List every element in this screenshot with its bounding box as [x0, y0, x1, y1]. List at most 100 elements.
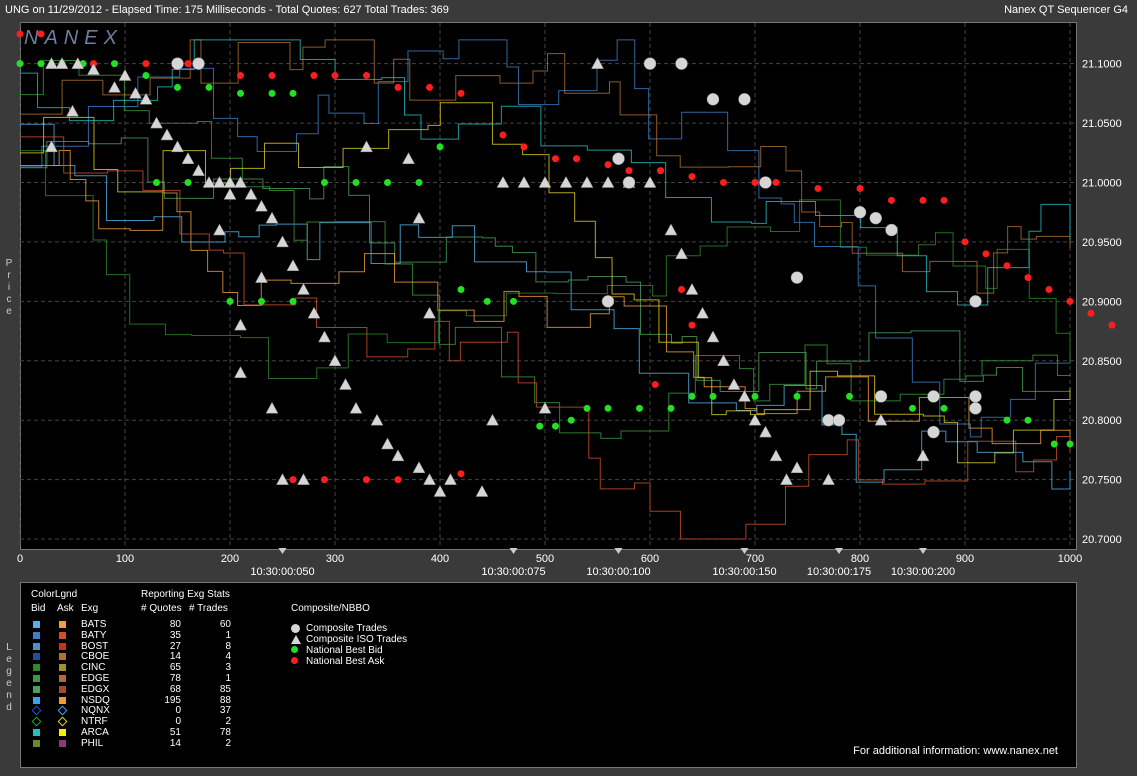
price-axis-label: Price [4, 258, 14, 318]
legend-ask-swatch [59, 685, 66, 693]
legend-bid-swatch [33, 664, 40, 672]
best-bid-point [604, 404, 612, 412]
legend-quote-count: 14 [169, 651, 181, 663]
best-bid-point [457, 285, 465, 293]
iso-trade-point [696, 306, 709, 319]
best-bid-point [205, 83, 213, 91]
legend-quote-count: 0 [175, 716, 181, 728]
nanex-watermark: NANEX [24, 27, 123, 49]
time-marker-label: 10:30:00:050 [250, 566, 314, 578]
legend-exchange-name: CBOE [81, 651, 110, 663]
legend-ask-swatch [59, 653, 66, 661]
price-label-char: i [7, 282, 11, 293]
legend-quote-count: 78 [169, 673, 181, 684]
time-marker-arrow [278, 548, 287, 554]
best-bid-point [909, 404, 916, 412]
legend-ask-swatch [59, 675, 66, 682]
best-bid-point [667, 404, 675, 412]
legend-trade-count: 3 [225, 662, 231, 674]
time-marker-label: 10:30:00:100 [586, 566, 650, 578]
legend-trade-count: 37 [219, 705, 231, 717]
legend-header-composite: Composite/NBBO [291, 603, 370, 614]
legend-bid-swatch [33, 642, 40, 650]
price-label-char: e [6, 306, 12, 317]
legend-bid-swatch [33, 675, 40, 682]
iso-trade-point [265, 211, 279, 224]
best-ask-point [394, 476, 402, 484]
iso-trade-point [727, 378, 741, 390]
composite-trade-point [192, 57, 205, 70]
best-ask-point [363, 72, 370, 80]
composite-legend-label: Composite Trades [306, 623, 388, 634]
legend-panel: ColorLgnd Bid Ask Exg Reporting Exg Stat… [20, 582, 1077, 768]
x-tick-label: 100 [116, 553, 134, 565]
composite-trade-point [706, 93, 720, 106]
best-bid-point [174, 83, 181, 91]
best-ask-point [720, 179, 727, 187]
iso-trade-point [738, 389, 751, 402]
legend-quote-count: 68 [169, 683, 181, 695]
legend-label-char: L [6, 642, 12, 653]
legend-label-char: n [6, 690, 12, 701]
iso-trade-point [759, 425, 772, 438]
composite-legend-icon [291, 624, 300, 633]
x-tick-label: 500 [536, 553, 554, 565]
best-ask-point [289, 476, 297, 484]
legend-trade-count: 88 [219, 694, 231, 706]
best-bid-point [184, 179, 192, 187]
legend-exchange-name: BATY [81, 629, 107, 641]
composite-trade-point [790, 271, 804, 284]
best-bid-point [111, 60, 118, 68]
legend-bid-swatch [31, 705, 42, 716]
iso-trade-point [685, 282, 699, 295]
best-ask-point [142, 60, 150, 68]
iso-trade-point [213, 223, 226, 236]
iso-trade-point [234, 318, 247, 331]
iso-trade-point [160, 128, 174, 141]
legend-quote-count: 65 [169, 662, 181, 674]
best-bid-point [510, 297, 517, 305]
best-bid-point [37, 60, 45, 68]
best-bid-point [688, 392, 696, 400]
y-tick-label: 20.7500 [1082, 475, 1122, 487]
best-ask-point [37, 30, 45, 38]
best-ask-point [1003, 262, 1011, 270]
best-ask-point [457, 89, 465, 97]
legend-ask-swatch [59, 631, 66, 639]
composite-trade-point [643, 57, 657, 70]
iso-trade-point [244, 187, 258, 200]
y-tick-label: 20.8500 [1082, 356, 1122, 368]
composite-trade-point [969, 295, 982, 308]
composite-legend-icon [291, 657, 298, 664]
iso-trade-point [706, 330, 720, 343]
y-tick-label: 20.9500 [1082, 237, 1122, 249]
legend-quote-count: 195 [164, 694, 181, 706]
legend-header-ask: Ask [57, 603, 74, 614]
best-bid-point [153, 179, 160, 187]
x-tick-label: 400 [431, 553, 449, 565]
legend-bid-swatch [33, 685, 40, 693]
x-tick-label: 200 [221, 553, 239, 565]
iso-trade-point [66, 104, 79, 117]
legend-exchange-name: CINC [81, 662, 106, 674]
iso-trade-point [402, 152, 415, 164]
best-ask-point [688, 173, 696, 181]
legend-bid-swatch [31, 716, 42, 727]
best-bid-point [636, 404, 643, 412]
legend-trade-count: 8 [225, 640, 231, 652]
best-ask-point [1045, 285, 1053, 293]
legend-label-char: d [6, 702, 12, 713]
legend-ask-swatch [59, 696, 66, 704]
legend-exchange-name: EDGX [81, 683, 110, 695]
best-ask-point [678, 285, 685, 293]
iso-trade-point [255, 199, 268, 212]
x-tick-label: 600 [641, 553, 659, 565]
composite-trade-point [822, 413, 835, 427]
iso-trade-point [339, 378, 352, 390]
legend-ask-swatch [59, 729, 66, 736]
composite-trade-point [171, 57, 184, 70]
legend-bid-swatch [33, 739, 40, 747]
legend-side-label: Legend [4, 642, 14, 714]
best-ask-point [961, 238, 969, 246]
best-ask-point [16, 30, 24, 38]
